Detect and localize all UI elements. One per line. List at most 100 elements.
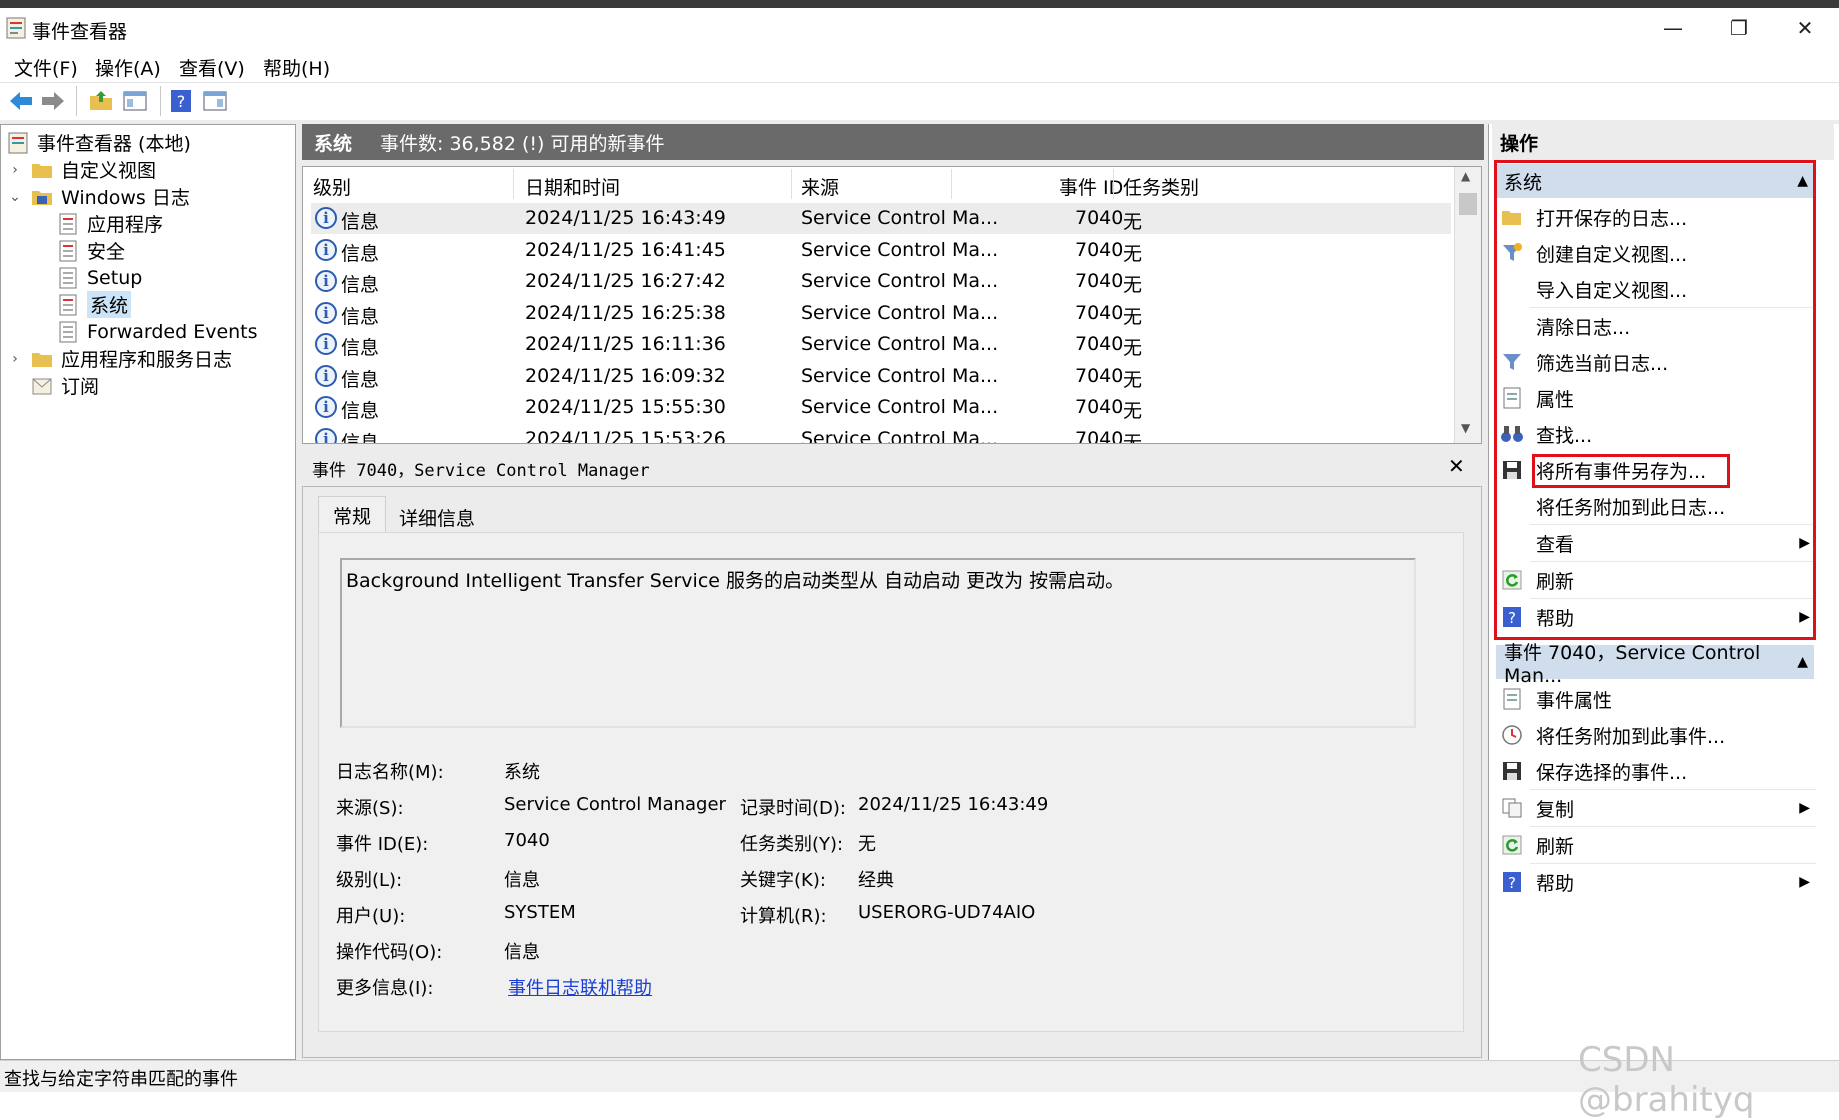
action-label: 将任务附加到此事件...	[1536, 725, 1726, 748]
detail-close-icon[interactable]: ✕	[1448, 454, 1465, 478]
table-row[interactable]: i 信息 2024/11/25 16:27:42 Service Control Ma…	[311, 266, 1451, 297]
list-scrollbar[interactable]: ▲ ▼	[1454, 167, 1481, 443]
action-save-selected-events[interactable]: 保存选择的事件...	[1496, 753, 1814, 789]
tree-item-forwarded-events[interactable]: Forwarded Events	[7, 318, 287, 345]
log-icon	[59, 294, 77, 315]
table-row[interactable]: i 信息 2024/11/25 16:11:36 Service Control Ma…	[311, 329, 1451, 360]
svg-text:?: ?	[1508, 874, 1516, 892]
column-header-task-category[interactable]: 任务类别	[1123, 173, 1199, 200]
task-value: 无	[858, 834, 876, 855]
table-row[interactable]: i 信息 2024/11/25 16:41:45 Service Control Ma…	[311, 235, 1451, 266]
show-hide-tree-icon[interactable]	[122, 88, 148, 114]
event-list: 级别 日期和时间 来源 事件 ID 任务类别 i 信息 2024/11/25 16:…	[302, 166, 1482, 444]
tab-general[interactable]: 常规	[318, 496, 386, 534]
cell-source: Service Control Ma...	[801, 333, 999, 355]
tab-details[interactable]: 详细信息	[394, 500, 480, 534]
cell-event-id: 7040	[1075, 270, 1124, 292]
tree-item-app-service-logs[interactable]: › 应用程序和服务日志	[7, 345, 287, 372]
scroll-thumb[interactable]	[1459, 193, 1477, 215]
tree-label-windows-logs: Windows 日志	[61, 187, 190, 209]
folder-up-icon[interactable]	[88, 88, 114, 114]
cell-level: 信息	[341, 368, 380, 391]
tree-label-root: 事件查看器 (本地)	[37, 133, 191, 155]
menu-help[interactable]: 帮助(H)	[263, 54, 330, 81]
cell-task-category: 无	[1123, 400, 1143, 422]
action-copy[interactable]: 复制 ▶	[1496, 790, 1814, 826]
expand-arrow-icon[interactable]: ›	[7, 351, 23, 367]
tree-item-custom-views[interactable]: › 自定义视图	[7, 156, 287, 183]
column-header-level[interactable]: 级别	[313, 173, 351, 200]
computer-label: 计算机(R):	[740, 906, 827, 927]
cell-source: Service Control Ma...	[801, 427, 999, 444]
tree-item-subscriptions[interactable]: 订阅	[7, 372, 287, 399]
close-button[interactable]: ✕	[1772, 12, 1838, 44]
level-value: 信息	[504, 870, 540, 891]
forward-arrow-icon[interactable]	[40, 88, 66, 114]
column-header-datetime[interactable]: 日期和时间	[525, 173, 620, 200]
tree-item-setup[interactable]: Setup	[7, 264, 287, 291]
cell-source: Service Control Ma...	[801, 207, 999, 229]
collapse-up-icon[interactable]: ▲	[1797, 654, 1808, 670]
table-row[interactable]: i 信息 2024/11/25 16:09:32 Service Control Ma…	[311, 361, 1451, 392]
restore-button[interactable]: ❐	[1706, 12, 1772, 44]
cell-level: 信息	[341, 274, 380, 296]
menu-view[interactable]: 查看(V)	[179, 54, 245, 81]
opcode-label: 操作代码(O):	[336, 942, 443, 963]
tree-item-system[interactable]: 系统	[7, 291, 287, 318]
log-icon	[59, 240, 77, 261]
cell-datetime: 2024/11/25 16:27:42	[525, 270, 726, 292]
actions-section-event[interactable]: 事件 7040，Service Control Man... ▲	[1496, 642, 1814, 687]
highlight-box-system-actions	[1494, 160, 1816, 640]
clock-task-icon	[1500, 723, 1524, 747]
cell-level: 信息	[341, 211, 380, 233]
tree-item-windows-logs[interactable]: ⌄ Windows 日志	[7, 183, 287, 210]
action-refresh-event[interactable]: 刷新	[1496, 827, 1814, 863]
window-title: 事件查看器	[32, 21, 128, 43]
cell-event-id: 7040	[1075, 301, 1124, 324]
action-event-properties[interactable]: 事件属性	[1496, 681, 1814, 717]
tree-item-security[interactable]: 安全	[7, 237, 287, 264]
save-disk-icon	[1500, 759, 1524, 783]
refresh-icon	[1500, 833, 1524, 857]
tree-item-root[interactable]: 事件查看器 (本地)	[7, 129, 287, 156]
toolbar-separator	[160, 86, 161, 116]
tree-label-subscriptions: 订阅	[61, 376, 100, 398]
properties-icon	[1500, 687, 1524, 711]
cell-source: Service Control Ma...	[801, 364, 999, 387]
help-icon[interactable]: ?	[168, 88, 194, 114]
cell-datetime: 2024/11/25 16:43:49	[525, 207, 726, 229]
table-row[interactable]: i 信息 2024/11/25 15:55:30 Service Control Ma…	[311, 392, 1451, 423]
more-info-link[interactable]: 事件日志联机帮助	[508, 974, 652, 1000]
action-label: 刷新	[1536, 835, 1575, 858]
keywords-label: 关键字(K):	[740, 870, 826, 891]
cell-event-id: 7040	[1075, 207, 1124, 229]
back-arrow-icon[interactable]	[8, 88, 34, 114]
minimize-button[interactable]: —	[1640, 12, 1706, 44]
status-bar: 查找与给定字符串匹配的事件	[0, 1060, 1839, 1092]
info-icon: i	[315, 238, 337, 261]
action-attach-task-to-event[interactable]: 将任务附加到此事件...	[1496, 717, 1814, 753]
tree-item-application[interactable]: 应用程序	[7, 210, 287, 237]
more-info-label: 更多信息(I):	[336, 978, 434, 999]
collapse-arrow-icon[interactable]: ⌄	[7, 189, 23, 205]
column-header-source[interactable]: 来源	[801, 173, 839, 200]
menu-action[interactable]: 操作(A)	[95, 54, 161, 81]
scroll-down-icon[interactable]: ▼	[1461, 421, 1470, 435]
show-hide-action-pane-icon[interactable]	[202, 88, 228, 114]
table-row[interactable]: i 信息 2024/11/25 15:53:26 Service Control Ma…	[311, 424, 1451, 444]
event-id-label: 事件 ID(E):	[336, 834, 429, 855]
folder-open-icon	[32, 190, 52, 205]
menu-file[interactable]: 文件(F)	[14, 54, 78, 81]
event-id-value: 7040	[504, 830, 550, 851]
event-description[interactable]: Background Intelligent Transfer Service …	[340, 558, 1416, 728]
scroll-up-icon[interactable]: ▲	[1461, 169, 1470, 183]
actions-title: 操作	[1492, 124, 1834, 160]
table-row[interactable]: i 信息 2024/11/25 16:25:38 Service Control Ma…	[311, 298, 1451, 329]
cell-task-category: 无	[1123, 337, 1143, 359]
action-help-event[interactable]: ? 帮助 ▶	[1496, 864, 1814, 900]
table-row[interactable]: i 信息 2024/11/25 16:43:49 Service Control Ma…	[311, 203, 1451, 234]
expand-arrow-icon[interactable]: ›	[7, 162, 23, 178]
info-icon: i	[315, 301, 337, 324]
logged-value: 2024/11/25 16:43:49	[858, 794, 1049, 815]
cell-task-category: 无	[1123, 305, 1143, 328]
